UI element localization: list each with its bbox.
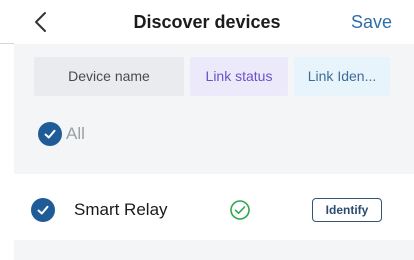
- device-select-checkbox[interactable]: [31, 198, 55, 222]
- select-all-label: All: [66, 124, 85, 143]
- check-circle-icon: [230, 200, 250, 220]
- select-all-toggle[interactable]: All: [38, 122, 85, 146]
- checkmark-circle-icon[interactable]: [38, 122, 62, 146]
- header-divider: [0, 43, 14, 44]
- identify-button[interactable]: Identify: [312, 198, 382, 222]
- device-row: Smart Relay Identify: [0, 190, 414, 230]
- next-row-placeholder: [14, 240, 414, 260]
- filter-panel: Device name Link status Link Iden... All: [14, 44, 414, 174]
- column-chip-device-name[interactable]: Device name: [34, 57, 184, 96]
- save-button[interactable]: Save: [351, 12, 392, 33]
- device-name: Smart Relay: [74, 200, 168, 219]
- column-chip-link-status[interactable]: Link status: [190, 57, 288, 96]
- column-chip-link-identify[interactable]: Link Iden...: [294, 57, 390, 96]
- navigation-bar: Discover devices Save: [0, 0, 414, 44]
- checkmark-icon: [37, 205, 49, 215]
